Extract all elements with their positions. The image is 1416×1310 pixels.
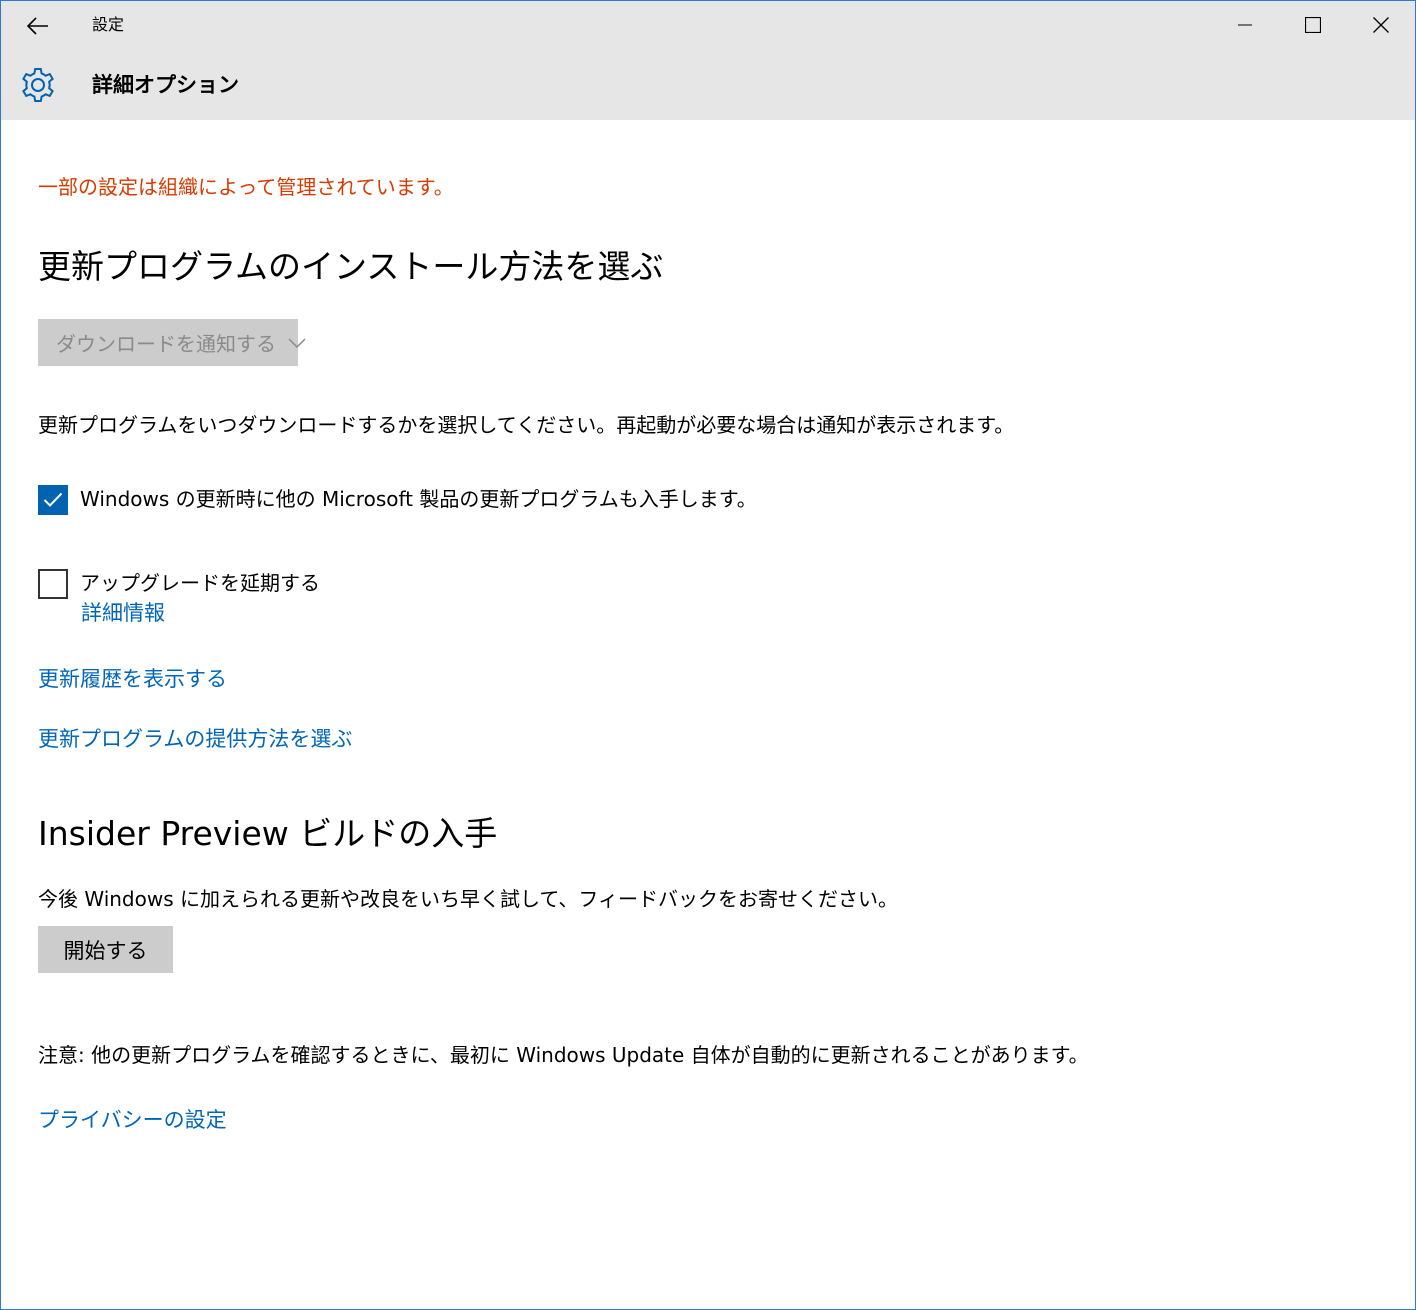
minimize-button[interactable] [1211,1,1279,49]
page-title: 詳細オプション [92,73,239,97]
privacy-settings-link[interactable]: プライバシーの設定 [38,1106,227,1134]
update-note: 注意: 他の更新プログラムを確認するときに、最初に Windows Update… [38,1043,1089,1067]
chevron-down-icon [288,337,306,348]
settings-window: 設定 詳細オプション 一部の設定は組織によって管理されています。 更新プログラム… [0,0,1416,1310]
install-method-dropdown[interactable]: ダウンロードを通知する [38,319,306,366]
install-section-title: 更新プログラムのインストール方法を選ぶ [38,247,664,286]
defer-upgrades-checkbox[interactable] [38,569,68,599]
back-arrow-icon [27,17,48,35]
delivery-method-link[interactable]: 更新プログラムの提供方法を選ぶ [38,725,352,753]
close-button[interactable] [1347,1,1415,49]
insider-description: 今後 Windows に加えられる更新や改良をいち早く試して、フィードバックをお… [38,887,898,911]
defer-upgrades-label[interactable]: アップグレードを延期する [80,569,320,597]
checkmark-icon [43,492,63,507]
managed-notice: 一部の設定は組織によって管理されています。 [38,175,454,199]
app-title: 設定 [92,15,125,34]
microsoft-products-checkbox[interactable] [38,485,68,515]
get-started-button[interactable]: 開始する [38,926,173,973]
window-controls [1211,1,1415,49]
back-button[interactable] [21,9,55,43]
minimize-icon [1238,24,1252,26]
maximize-button[interactable] [1279,1,1347,49]
update-history-link[interactable]: 更新履歴を表示する [38,665,227,693]
install-description: 更新プログラムをいつダウンロードするかを選択してください。再起動が必要な場合は通… [38,413,1015,437]
more-info-link[interactable]: 詳細情報 [81,599,165,627]
dropdown-value: ダウンロードを通知する [56,332,276,356]
title-bar: 設定 詳細オプション [1,1,1415,120]
gear-icon [22,68,54,102]
maximize-icon [1305,17,1321,33]
insider-section-title: Insider Preview ビルドの入手 [38,814,498,853]
microsoft-products-label[interactable]: Windows の更新時に他の Microsoft 製品の更新プログラムも入手し… [80,485,757,513]
close-icon [1373,17,1389,33]
